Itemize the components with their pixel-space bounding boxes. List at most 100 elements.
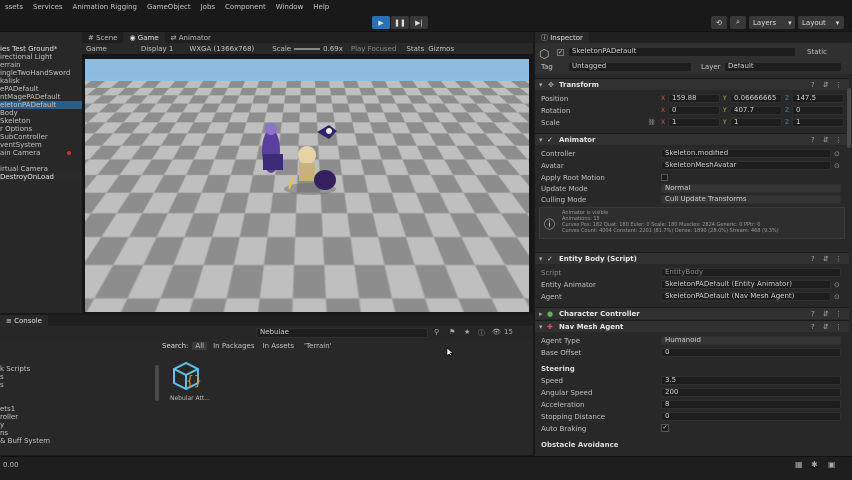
hierarchy-item[interactable]: ntMagePADefault [0,93,82,101]
help-icon[interactable]: ? [811,136,815,144]
game-mode-dropdown[interactable]: Game [86,45,107,53]
debug-icon[interactable]: ✱ [811,460,818,469]
kebab-menu-icon[interactable]: ⋮ [835,323,842,331]
preset-icon[interactable]: ⇵ [823,136,829,144]
menu-gameobject[interactable]: GameObject [142,3,196,11]
culling-mode-dropdown[interactable]: Cull Update Transforms [661,195,841,204]
layout-dropdown[interactable]: Layout ▾ [798,16,844,29]
eye-icon[interactable]: 👁 [492,328,501,336]
hierarchy-dontdestroy[interactable]: DestroyOnLoad [0,173,82,181]
update-mode-dropdown[interactable]: Normal [661,184,841,193]
stopping-distance-input[interactable]: 0 [661,412,841,421]
menu-window[interactable]: Window [271,3,309,11]
layers-dropdown[interactable]: Layers ▾ [749,16,795,29]
entity-body-enabled-checkbox[interactable]: ✓ [547,255,553,263]
scale-y-input[interactable]: 1 [730,118,782,127]
sidebar-scrollbar[interactable] [155,365,159,401]
preset-icon[interactable]: ⇵ [823,81,829,89]
project-folder[interactable] [0,389,155,397]
hierarchy-item[interactable]: ventSystem [0,141,82,149]
transform-header[interactable]: ▾ ✥ Transform ? ⇵ ⋮ [535,78,849,90]
filter-icon[interactable]: ⚲ [434,328,439,336]
scale-slider[interactable] [294,48,320,50]
step-button[interactable]: ▶| [410,16,428,29]
tab-console[interactable]: ≡ Console [0,315,48,326]
label-icon[interactable]: ⚑ [449,328,455,336]
scale-z-input[interactable]: 1 [792,118,844,127]
menu-animation-rigging[interactable]: Animation Rigging [68,3,142,11]
project-folder[interactable]: & Buff System [0,437,155,445]
hierarchy-item[interactable]: ain Camera [0,149,82,157]
tab-scene[interactable]: # Scene [82,32,123,43]
project-folder[interactable]: ns [0,429,155,437]
project-folder[interactable]: roller [0,413,155,421]
info-icon[interactable]: ⓘ [478,328,485,338]
project-folder[interactable] [0,397,155,405]
search-button[interactable]: ⌕ [730,16,746,29]
inspector-scrollbar[interactable] [847,88,851,148]
hierarchy-scene-root[interactable]: ies Test Ground* [0,45,82,53]
angular-speed-input[interactable]: 200 [661,388,841,397]
help-icon[interactable]: ? [811,255,815,263]
static-toggle[interactable]: Static [807,48,827,56]
gizmos-toggle[interactable]: Gizmos [428,45,454,53]
hierarchy-item-selected[interactable]: eletonPADefault [0,101,82,109]
base-offset-input[interactable]: 0 [661,348,841,357]
pause-button[interactable]: ❚❚ [391,16,409,29]
link-icon[interactable]: ⛓ [648,119,656,126]
project-folder[interactable] [0,357,155,365]
rotation-y-input[interactable]: 407.7 [730,106,782,115]
project-folder[interactable]: ets1 [0,405,155,413]
speed-input[interactable]: 3.5 [661,376,841,385]
help-icon[interactable]: ? [811,81,815,89]
preset-icon[interactable]: ⇵ [823,323,829,331]
auto-braking-checkbox[interactable]: ✓ [661,424,669,432]
display-dropdown[interactable]: Display 1 [141,45,173,53]
root-motion-checkbox[interactable] [661,174,668,181]
object-picker-icon[interactable]: ⊙ [834,293,840,301]
game-view[interactable] [82,54,533,313]
menu-jobs[interactable]: Jobs [196,3,220,11]
layer-dropdown[interactable]: Default [724,62,842,72]
project-folder[interactable]: s [0,381,155,389]
hierarchy-item[interactable]: kalisk [0,77,82,85]
project-folder[interactable]: y [0,421,155,429]
menu-component[interactable]: Component [220,3,271,11]
scope-all[interactable]: All [192,342,207,350]
resolution-dropdown[interactable]: WXGA (1366x768) [189,45,254,53]
play-focused-dropdown[interactable]: Play Focused [351,45,397,53]
menu-services[interactable]: Services [28,3,68,11]
kebab-menu-icon[interactable]: ⋮ [835,255,842,263]
position-z-input[interactable]: 147.5 [792,94,844,103]
animator-enabled-checkbox[interactable]: ✓ [547,136,553,144]
rotation-z-input[interactable]: 0 [792,106,844,115]
progress-icon[interactable]: ▦ [795,460,803,469]
controller-field[interactable]: Skeleton.modified [661,149,831,158]
play-button[interactable]: ▶ [372,16,390,29]
preset-icon[interactable]: ⇵ [823,310,829,318]
cache-icon[interactable]: ▣ [828,460,836,469]
acceleration-input[interactable]: 8 [661,400,841,409]
help-icon[interactable]: ? [811,310,815,318]
scope-terrain[interactable]: 'Terrain' [304,342,332,350]
tag-dropdown[interactable]: Untagged [568,62,692,72]
project-folder[interactable]: s [0,373,155,381]
kebab-menu-icon[interactable]: ⋮ [835,136,842,144]
agent-type-dropdown[interactable]: Humanoid [661,336,841,345]
entity-body-header[interactable]: ▾ ✓ Entity Body (Script) ? ⇵ ⋮ [535,252,849,264]
object-picker-icon[interactable]: ⊙ [834,150,840,158]
stats-toggle[interactable]: Stats [406,45,424,53]
preset-icon[interactable]: ⇵ [823,255,829,263]
help-icon[interactable]: ? [811,323,815,331]
rotation-x-input[interactable]: 0 [668,106,720,115]
hierarchy-item[interactable]: irtual Camera [0,165,82,173]
character-controller-header[interactable]: ▸ ● Character Controller ? ⇵ ⋮ [535,307,849,319]
menu-help[interactable]: Help [308,3,334,11]
project-folder[interactable] [0,341,155,349]
animator-header[interactable]: ▾ ✓ Animator ? ⇵ ⋮ [535,133,849,145]
scope-packages[interactable]: In Packages [213,342,254,350]
hierarchy-item[interactable]: ePADefault [0,85,82,93]
hierarchy-item[interactable]: SubController [0,133,82,141]
tab-inspector[interactable]: ⓘ Inspector [535,32,589,43]
hierarchy-item[interactable] [0,157,82,165]
